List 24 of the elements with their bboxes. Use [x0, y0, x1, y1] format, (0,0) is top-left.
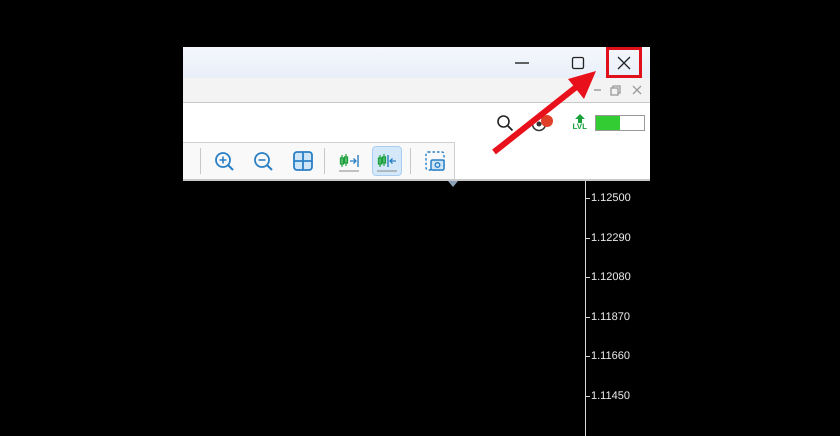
- zoom-in-icon: [214, 150, 234, 172]
- price-label: 1.12290: [591, 232, 631, 244]
- minimize-icon: [594, 89, 600, 91]
- price-label: 1.11450: [591, 391, 630, 402]
- price-label: 1.11870: [591, 312, 630, 323]
- minimize-icon: [515, 62, 529, 64]
- maximize-icon: [571, 56, 585, 70]
- camera-icon: [424, 150, 446, 172]
- signal-meter: [595, 114, 645, 130]
- price-label: 1.12500: [591, 193, 631, 204]
- restore-icon: [609, 84, 621, 96]
- price-label: 1.11660: [591, 351, 630, 362]
- close-icon: [617, 56, 631, 70]
- badge-icon: [531, 112, 556, 132]
- level-button[interactable]: LVL: [572, 114, 587, 131]
- marker-icon: [448, 181, 458, 187]
- up-arrow-icon: [574, 114, 585, 123]
- close-icon: [631, 84, 643, 96]
- price-label: 1.12080: [591, 272, 631, 284]
- zoom-out-icon: [252, 150, 274, 172]
- close-button[interactable]: [606, 47, 642, 78]
- auto-scroll-button[interactable]: [372, 146, 402, 176]
- grid-icon: [292, 150, 314, 172]
- search-icon: [496, 114, 514, 132]
